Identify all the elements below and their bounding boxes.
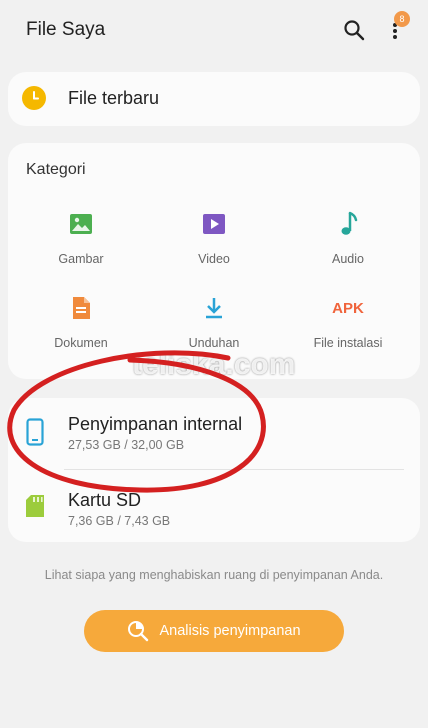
category-label: Gambar: [58, 252, 104, 266]
category-label: File instalasi: [313, 336, 383, 350]
page-title: File Saya: [26, 19, 106, 40]
categories-title: Kategori: [26, 161, 86, 178]
storage-name: Kartu SD: [68, 490, 142, 510]
clock-icon: [22, 86, 46, 110]
storage-hint-text: Lihat siapa yang menghabiskan ruang di p…: [44, 568, 384, 582]
category-installers[interactable]: APK File instalasi: [283, 294, 413, 351]
phone-icon: [26, 418, 44, 446]
category-video[interactable]: Video: [149, 210, 279, 266]
category-label: Audio: [332, 252, 364, 266]
watermark: teliska.com: [132, 348, 296, 381]
music-note-icon: [334, 210, 362, 238]
search-icon[interactable]: [342, 18, 366, 42]
category-images[interactable]: Gambar: [16, 210, 146, 266]
apk-icon-text: APK: [332, 299, 364, 317]
image-icon: [67, 210, 95, 238]
download-icon: [200, 294, 228, 322]
category-label: Dokumen: [54, 336, 108, 350]
video-play-icon: [200, 210, 228, 238]
storage-size: 7,36 GB / 7,43 GB: [68, 514, 171, 528]
category-documents[interactable]: Dokumen: [16, 294, 146, 350]
analyze-storage-label: Analisis penyimpanan: [159, 623, 301, 639]
analyze-storage-button[interactable]: Analisis penyimpanan: [84, 610, 344, 652]
document-icon: [67, 294, 95, 322]
storage-name: Penyimpanan internal: [68, 414, 243, 434]
category-downloads[interactable]: Unduhan: [149, 294, 279, 350]
divider: [64, 469, 404, 470]
sd-card-icon: [25, 494, 45, 518]
storage-sd-card[interactable]: Kartu SD 7,36 GB / 7,43 GB: [68, 490, 170, 528]
storage-internal[interactable]: Penyimpanan internal 27,53 GB / 32,00 GB: [68, 414, 242, 452]
category-audio[interactable]: Audio: [283, 210, 413, 266]
notification-badge: 8: [394, 11, 410, 27]
apk-icon: APK: [332, 294, 364, 322]
storage-size: 27,53 GB / 32,00 GB: [68, 438, 185, 452]
storage-analysis-icon: [127, 620, 149, 642]
category-label: Video: [198, 252, 230, 266]
recent-files-label: File terbaru: [68, 88, 160, 108]
